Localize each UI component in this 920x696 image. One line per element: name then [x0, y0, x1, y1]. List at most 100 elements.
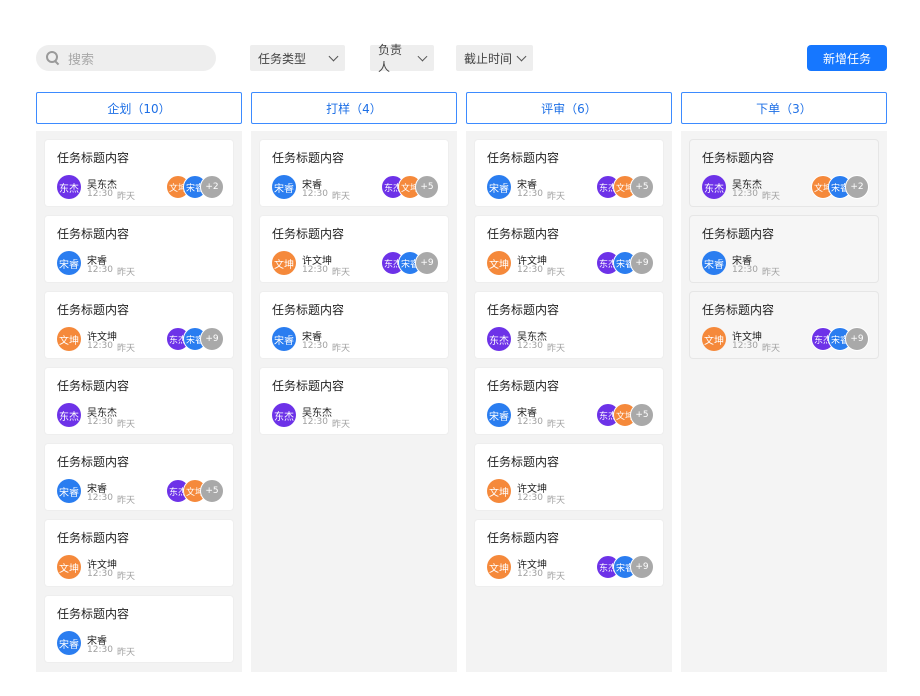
task-title: 任务标题内容 [487, 303, 560, 317]
column-planning: 企划（10） 任务标题内容 东杰 吴东杰 12:30 昨天 文坤 宋睿 +2 任务标题内容 宋睿宋… [36, 92, 242, 672]
owner-avatar: 宋睿 [487, 175, 511, 199]
owner-avatar: 文坤 [487, 479, 511, 503]
task-time: 12:30 [517, 569, 543, 579]
task-card[interactable]: 任务标题内容 文坤 许文坤 12:30 昨天 东杰 宋睿 +9 [45, 292, 233, 358]
task-card[interactable]: 任务标题内容 宋睿 宋睿 12:30 昨天 东杰 文坤 +5 [475, 368, 663, 434]
member-avatars[interactable]: 东杰 文坤 +5 [596, 403, 656, 427]
member-avatars[interactable]: 东杰 文坤 +5 [381, 175, 441, 199]
member-avatars[interactable]: 东杰 宋睿 +9 [596, 555, 656, 579]
more-members-count: +2 [200, 175, 224, 199]
task-card[interactable]: 任务标题内容 东杰 吴东杰 12:30 昨天 文坤 宋睿 +2 [45, 140, 233, 206]
task-card[interactable]: 任务标题内容 文坤 许文坤 12:30 昨天 东杰 宋睿 +9 [475, 216, 663, 282]
owner-avatar: 宋睿 [57, 631, 81, 655]
task-title: 任务标题内容 [57, 151, 130, 165]
task-title: 任务标题内容 [702, 303, 775, 317]
column-body: 任务标题内容 东杰 吴东杰 12:30 昨天 文坤 宋睿 +2 任务标题内容 宋睿 宋睿 12:30 昨… [36, 131, 242, 672]
search-icon [46, 51, 60, 65]
column-body: 任务标题内容 宋睿 宋睿 12:30 昨天 东杰 文坤 +5 任务标题内容 文坤 许文坤 12:30 昨… [466, 131, 672, 672]
member-avatars[interactable]: 东杰 宋睿 +9 [596, 251, 656, 275]
task-time: 12:30 [517, 417, 543, 427]
task-title: 任务标题内容 [57, 379, 130, 393]
member-avatars[interactable]: 东杰 宋睿 +9 [166, 327, 226, 351]
member-avatars[interactable]: 文坤 宋睿 +2 [166, 175, 226, 199]
task-card[interactable]: 任务标题内容 宋睿 宋睿 12:30 昨天 东杰 文坤 +5 [260, 140, 448, 206]
task-time: 12:30 [87, 265, 113, 275]
member-avatars[interactable]: 东杰 宋睿 +9 [381, 251, 441, 275]
member-avatars[interactable]: 东杰 文坤 +5 [596, 175, 656, 199]
task-title: 任务标题内容 [487, 379, 560, 393]
owner-avatar: 文坤 [57, 327, 81, 351]
task-date: 昨天 [117, 420, 136, 430]
owner-avatar: 文坤 [57, 555, 81, 579]
task-title: 任务标题内容 [487, 531, 560, 545]
owner-avatar: 宋睿 [57, 479, 81, 503]
column-body: 任务标题内容 宋睿 宋睿 12:30 昨天 东杰 文坤 +5 任务标题内容 文坤 许文坤 12:30 昨… [251, 131, 457, 672]
member-avatars[interactable]: 东杰 宋睿 +9 [811, 327, 871, 351]
task-type-filter[interactable]: 任务类型 [250, 45, 345, 71]
search-input[interactable]: 搜索 [36, 45, 216, 71]
task-card[interactable]: 任务标题内容 东杰 吴东杰 12:30 昨天 [45, 368, 233, 434]
task-card[interactable]: 任务标题内容 文坤 许文坤 12:30 昨天 [475, 444, 663, 510]
task-time: 12:30 [302, 417, 328, 427]
toolbar: 搜索 任务类型 负责人 截止时间 新增任务 [0, 0, 920, 90]
task-date: 昨天 [117, 572, 136, 582]
new-task-button[interactable]: 新增任务 [807, 45, 887, 71]
task-card[interactable]: 任务标题内容 东杰 吴东杰 12:30 昨天 [260, 368, 448, 434]
task-date: 昨天 [332, 420, 351, 430]
task-date: 昨天 [762, 344, 781, 354]
task-card[interactable]: 任务标题内容 宋睿 宋睿 12:30 昨天 东杰 文坤 +5 [475, 140, 663, 206]
member-avatars[interactable]: 文坤 宋睿 +2 [811, 175, 871, 199]
task-date: 昨天 [117, 496, 136, 506]
search-placeholder: 搜索 [68, 52, 95, 68]
task-card[interactable]: 任务标题内容 宋睿 宋睿 12:30 昨天 [45, 596, 233, 662]
task-card[interactable]: 任务标题内容 文坤 许文坤 12:30 昨天 [45, 520, 233, 586]
task-title: 任务标题内容 [57, 531, 130, 545]
task-title: 任务标题内容 [57, 455, 130, 469]
more-members-count: +9 [200, 327, 224, 351]
task-card[interactable]: 任务标题内容 文坤 许文坤 12:30 昨天 东杰 宋睿 +9 [475, 520, 663, 586]
task-title: 任务标题内容 [487, 227, 560, 241]
member-avatars[interactable]: 东杰 文坤 +5 [166, 479, 226, 503]
column-header[interactable]: 企划（10） [36, 92, 242, 124]
task-date: 昨天 [117, 344, 136, 354]
task-card[interactable]: 任务标题内容 文坤 许文坤 12:30 昨天 东杰 宋睿 +9 [690, 292, 878, 358]
task-card[interactable]: 任务标题内容 东杰 吴东杰 12:30 昨天 文坤 宋睿 +2 [690, 140, 878, 206]
task-card[interactable]: 任务标题内容 宋睿 宋睿 12:30 昨天 [45, 216, 233, 282]
column-header[interactable]: 打样（4） [251, 92, 457, 124]
task-time: 12:30 [732, 341, 758, 351]
task-card[interactable]: 任务标题内容 东杰 吴东杰 12:30 昨天 [475, 292, 663, 358]
more-members-count: +9 [415, 251, 439, 275]
owner-avatar: 宋睿 [272, 327, 296, 351]
task-card[interactable]: 任务标题内容 宋睿 宋睿 12:30 昨天 [690, 216, 878, 282]
task-time: 12:30 [517, 189, 543, 199]
task-time: 12:30 [87, 645, 113, 655]
task-date: 昨天 [547, 192, 566, 202]
column-review: 评审（6） 任务标题内容 宋睿 宋睿 12:30 昨天 东杰 文坤 +5 任务标题内容 文坤 许文坤… [466, 92, 672, 672]
owner-filter[interactable]: 负责人 [370, 43, 434, 74]
task-date: 昨天 [117, 192, 136, 202]
task-title: 任务标题内容 [272, 303, 345, 317]
column-ordering: 下单（3） 任务标题内容 东杰 吴东杰 12:30 昨天 文坤 宋睿 +2 任务标题内容 宋睿 宋睿… [681, 92, 887, 672]
task-time: 12:30 [732, 189, 758, 199]
task-title: 任务标题内容 [272, 151, 345, 165]
column-sampling: 打样（4） 任务标题内容 宋睿 宋睿 12:30 昨天 东杰 文坤 +5 任务标题内容 文坤 许文坤… [251, 92, 457, 672]
column-header[interactable]: 评审（6） [466, 92, 672, 124]
owner-avatar: 文坤 [487, 555, 511, 579]
task-date: 昨天 [547, 496, 566, 506]
column-header[interactable]: 下单（3） [681, 92, 887, 124]
filter-label: 任务类型 [258, 51, 307, 66]
owner-avatar: 文坤 [272, 251, 296, 275]
more-members-count: +5 [630, 175, 654, 199]
task-card[interactable]: 任务标题内容 文坤 许文坤 12:30 昨天 东杰 宋睿 +9 [260, 216, 448, 282]
task-card[interactable]: 任务标题内容 宋睿 宋睿 12:30 昨天 [260, 292, 448, 358]
owner-avatar: 文坤 [702, 327, 726, 351]
owner-avatar: 宋睿 [272, 175, 296, 199]
task-time: 12:30 [87, 493, 113, 503]
chevron-down-icon [328, 51, 339, 61]
task-time: 12:30 [302, 341, 328, 351]
task-date: 昨天 [117, 648, 136, 658]
task-title: 任务标题内容 [57, 607, 130, 621]
deadline-filter[interactable]: 截止时间 [456, 45, 533, 71]
task-time: 12:30 [517, 493, 543, 503]
task-card[interactable]: 任务标题内容 宋睿 宋睿 12:30 昨天 东杰 文坤 +5 [45, 444, 233, 510]
